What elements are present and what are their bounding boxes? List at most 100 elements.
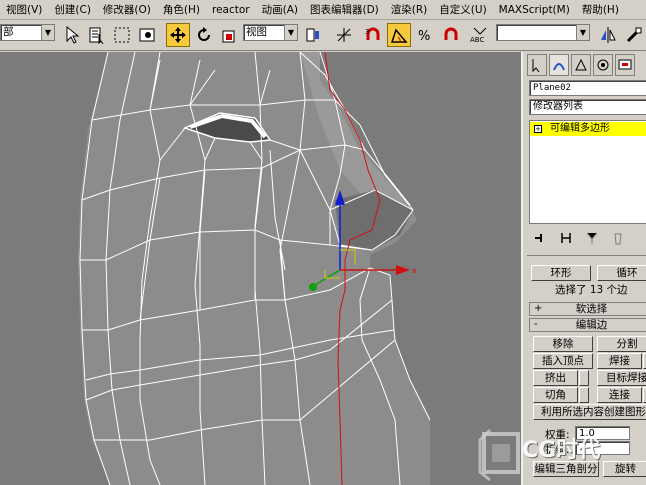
create-shape-button[interactable]: 利用所选内容创建图形 bbox=[533, 404, 646, 420]
snap-toggle-button[interactable]: 3 bbox=[361, 23, 385, 47]
connect-button[interactable]: 连接 bbox=[597, 387, 642, 403]
spinner-snap-button[interactable] bbox=[439, 23, 463, 47]
ring-button[interactable]: 环形 bbox=[531, 265, 591, 281]
mirror-icon bbox=[601, 27, 616, 43]
svg-text:%: % bbox=[418, 29, 430, 44]
stack-item-editable-poly[interactable]: + 可编辑多边形 bbox=[530, 122, 646, 136]
percent-snap-icon: % bbox=[418, 29, 430, 44]
edit-edges-label: 编辑边 bbox=[575, 319, 608, 331]
select-object-button[interactable] bbox=[60, 23, 84, 47]
show-end-result-icon[interactable] bbox=[559, 231, 573, 245]
perspective-viewport[interactable]: x bbox=[0, 52, 521, 485]
panel-divider bbox=[527, 255, 646, 256]
menu-bar: 视图(V) 创建(C) 修改器(O) 角色(H) reactor 动画(A) 图表编辑器(D… bbox=[0, 0, 646, 20]
scale-tool-button[interactable] bbox=[217, 23, 241, 47]
watermark-text: CG时代 bbox=[522, 438, 601, 463]
menu-item-8[interactable]: 自定义(U) bbox=[433, 2, 492, 17]
select-by-name-icon bbox=[89, 27, 104, 44]
menu-item-4[interactable]: reactor bbox=[206, 4, 256, 16]
dropdown-arrow-icon: ▼ bbox=[284, 25, 297, 40]
create-tab-icon bbox=[532, 59, 540, 72]
tab-motion[interactable] bbox=[593, 54, 613, 76]
move-tool-button[interactable] bbox=[166, 23, 190, 47]
window-crossing-icon bbox=[139, 28, 155, 42]
percent-snap-button[interactable]: % bbox=[413, 23, 437, 47]
rotate-icon bbox=[198, 27, 210, 41]
modifier-stack: + 可编辑多边形 bbox=[529, 120, 646, 224]
split-button[interactable]: 分割 bbox=[597, 336, 646, 352]
tab-hierarchy[interactable] bbox=[571, 54, 591, 76]
command-panel-tabs bbox=[527, 54, 635, 78]
remove-modifier-icon[interactable] bbox=[611, 231, 625, 245]
menu-item-3[interactable]: 角色(H) bbox=[157, 2, 206, 17]
command-panel: Plane02 修改器列表 + 可编辑多边形 环形 循环 选择了 13 个边 +… bbox=[521, 52, 646, 485]
menu-item-0[interactable]: 视图(V) bbox=[0, 2, 48, 17]
select-by-name-button[interactable] bbox=[85, 23, 109, 47]
main-toolbar: 部 ▼ 视图 ▼ 3 % ABC ▼ bbox=[0, 20, 646, 51]
chamfer-settings-button[interactable] bbox=[579, 387, 589, 403]
menu-item-5[interactable]: 动画(A) bbox=[256, 2, 304, 17]
make-unique-icon[interactable] bbox=[585, 231, 599, 245]
angle-snap-icon bbox=[390, 28, 408, 43]
menu-item-2[interactable]: 修改器(O) bbox=[97, 2, 157, 17]
soft-selection-label: 软选择 bbox=[575, 303, 608, 315]
named-selection-dropdown[interactable]: ▼ bbox=[496, 24, 590, 41]
weld-button[interactable]: 焊接 bbox=[597, 353, 642, 369]
object-name-field[interactable]: Plane02 bbox=[529, 80, 646, 96]
loop-button[interactable]: 循环 bbox=[597, 265, 646, 281]
menu-item-9[interactable]: MAXScript(M) bbox=[493, 4, 576, 16]
collapse-minus-icon: - bbox=[534, 319, 538, 330]
expand-box-icon[interactable]: + bbox=[534, 125, 542, 133]
stack-item-label: 可编辑多边形 bbox=[550, 123, 610, 134]
menu-item-7[interactable]: 渲染(R) bbox=[385, 2, 434, 17]
tab-modify[interactable] bbox=[549, 54, 569, 76]
move-cross-icon bbox=[170, 27, 186, 43]
reference-coord-dropdown[interactable]: 视图 ▼ bbox=[243, 24, 298, 41]
modify-tab-icon bbox=[553, 63, 565, 71]
edit-edges-rollout[interactable]: - 编辑边 bbox=[529, 318, 646, 332]
menu-item-10[interactable]: 帮助(H) bbox=[576, 2, 625, 17]
align-icon bbox=[626, 27, 642, 43]
motion-tab-icon bbox=[597, 59, 609, 71]
rect-selection-icon bbox=[114, 27, 130, 43]
pin-stack-icon[interactable] bbox=[533, 231, 547, 245]
extrude-button[interactable]: 挤出 bbox=[533, 370, 578, 386]
menu-item-1[interactable]: 创建(C) bbox=[48, 2, 97, 17]
insert-vertex-button[interactable]: 插入顶点 bbox=[533, 353, 593, 369]
face-mesh-render: x bbox=[78, 52, 431, 485]
angle-snap-button[interactable] bbox=[387, 23, 411, 47]
modifier-list-dropdown[interactable]: 修改器列表 bbox=[529, 99, 646, 115]
selection-filter-value: 部 bbox=[3, 26, 14, 38]
align-button[interactable] bbox=[622, 23, 646, 47]
extrude-settings-button[interactable] bbox=[579, 370, 589, 386]
mirror-button[interactable] bbox=[596, 23, 620, 47]
hierarchy-tab-icon bbox=[575, 58, 587, 71]
svg-text:3: 3 bbox=[365, 28, 369, 36]
manipulate-icon bbox=[337, 28, 351, 42]
remove-button[interactable]: 移除 bbox=[533, 336, 593, 352]
dropdown-arrow-icon: ▼ bbox=[576, 25, 589, 40]
soft-selection-rollout[interactable]: + 软选择 bbox=[529, 302, 646, 316]
stack-controls bbox=[529, 228, 646, 248]
menu-item-6[interactable]: 图表编辑器(D) bbox=[304, 2, 385, 17]
tab-display[interactable] bbox=[615, 54, 635, 76]
target-weld-button[interactable]: 目标焊接 bbox=[597, 370, 646, 386]
rotate-tool-button[interactable] bbox=[192, 23, 216, 47]
display-tab-icon bbox=[618, 59, 632, 70]
modifier-list-label: 修改器列表 bbox=[533, 101, 583, 112]
expand-plus-icon: + bbox=[534, 303, 543, 314]
select-arrow-icon bbox=[66, 26, 80, 44]
select-manipulate-button[interactable] bbox=[332, 23, 356, 47]
window-crossing-button[interactable] bbox=[136, 23, 160, 47]
rect-selection-button[interactable] bbox=[110, 23, 134, 47]
selection-filter-dropdown[interactable]: 部 ▼ bbox=[0, 24, 55, 41]
spinner-snap-icon bbox=[444, 27, 458, 40]
magnet-icon: 3 bbox=[365, 27, 380, 40]
pivot-icon bbox=[306, 28, 319, 42]
edit-named-selection-button[interactable]: ABC bbox=[468, 23, 492, 47]
abc-icon: ABC bbox=[470, 27, 487, 44]
chamfer-button[interactable]: 切角 bbox=[533, 387, 578, 403]
tab-create[interactable] bbox=[527, 54, 547, 76]
coord-system-value: 视图 bbox=[246, 26, 267, 38]
pivot-center-button[interactable] bbox=[301, 23, 325, 47]
